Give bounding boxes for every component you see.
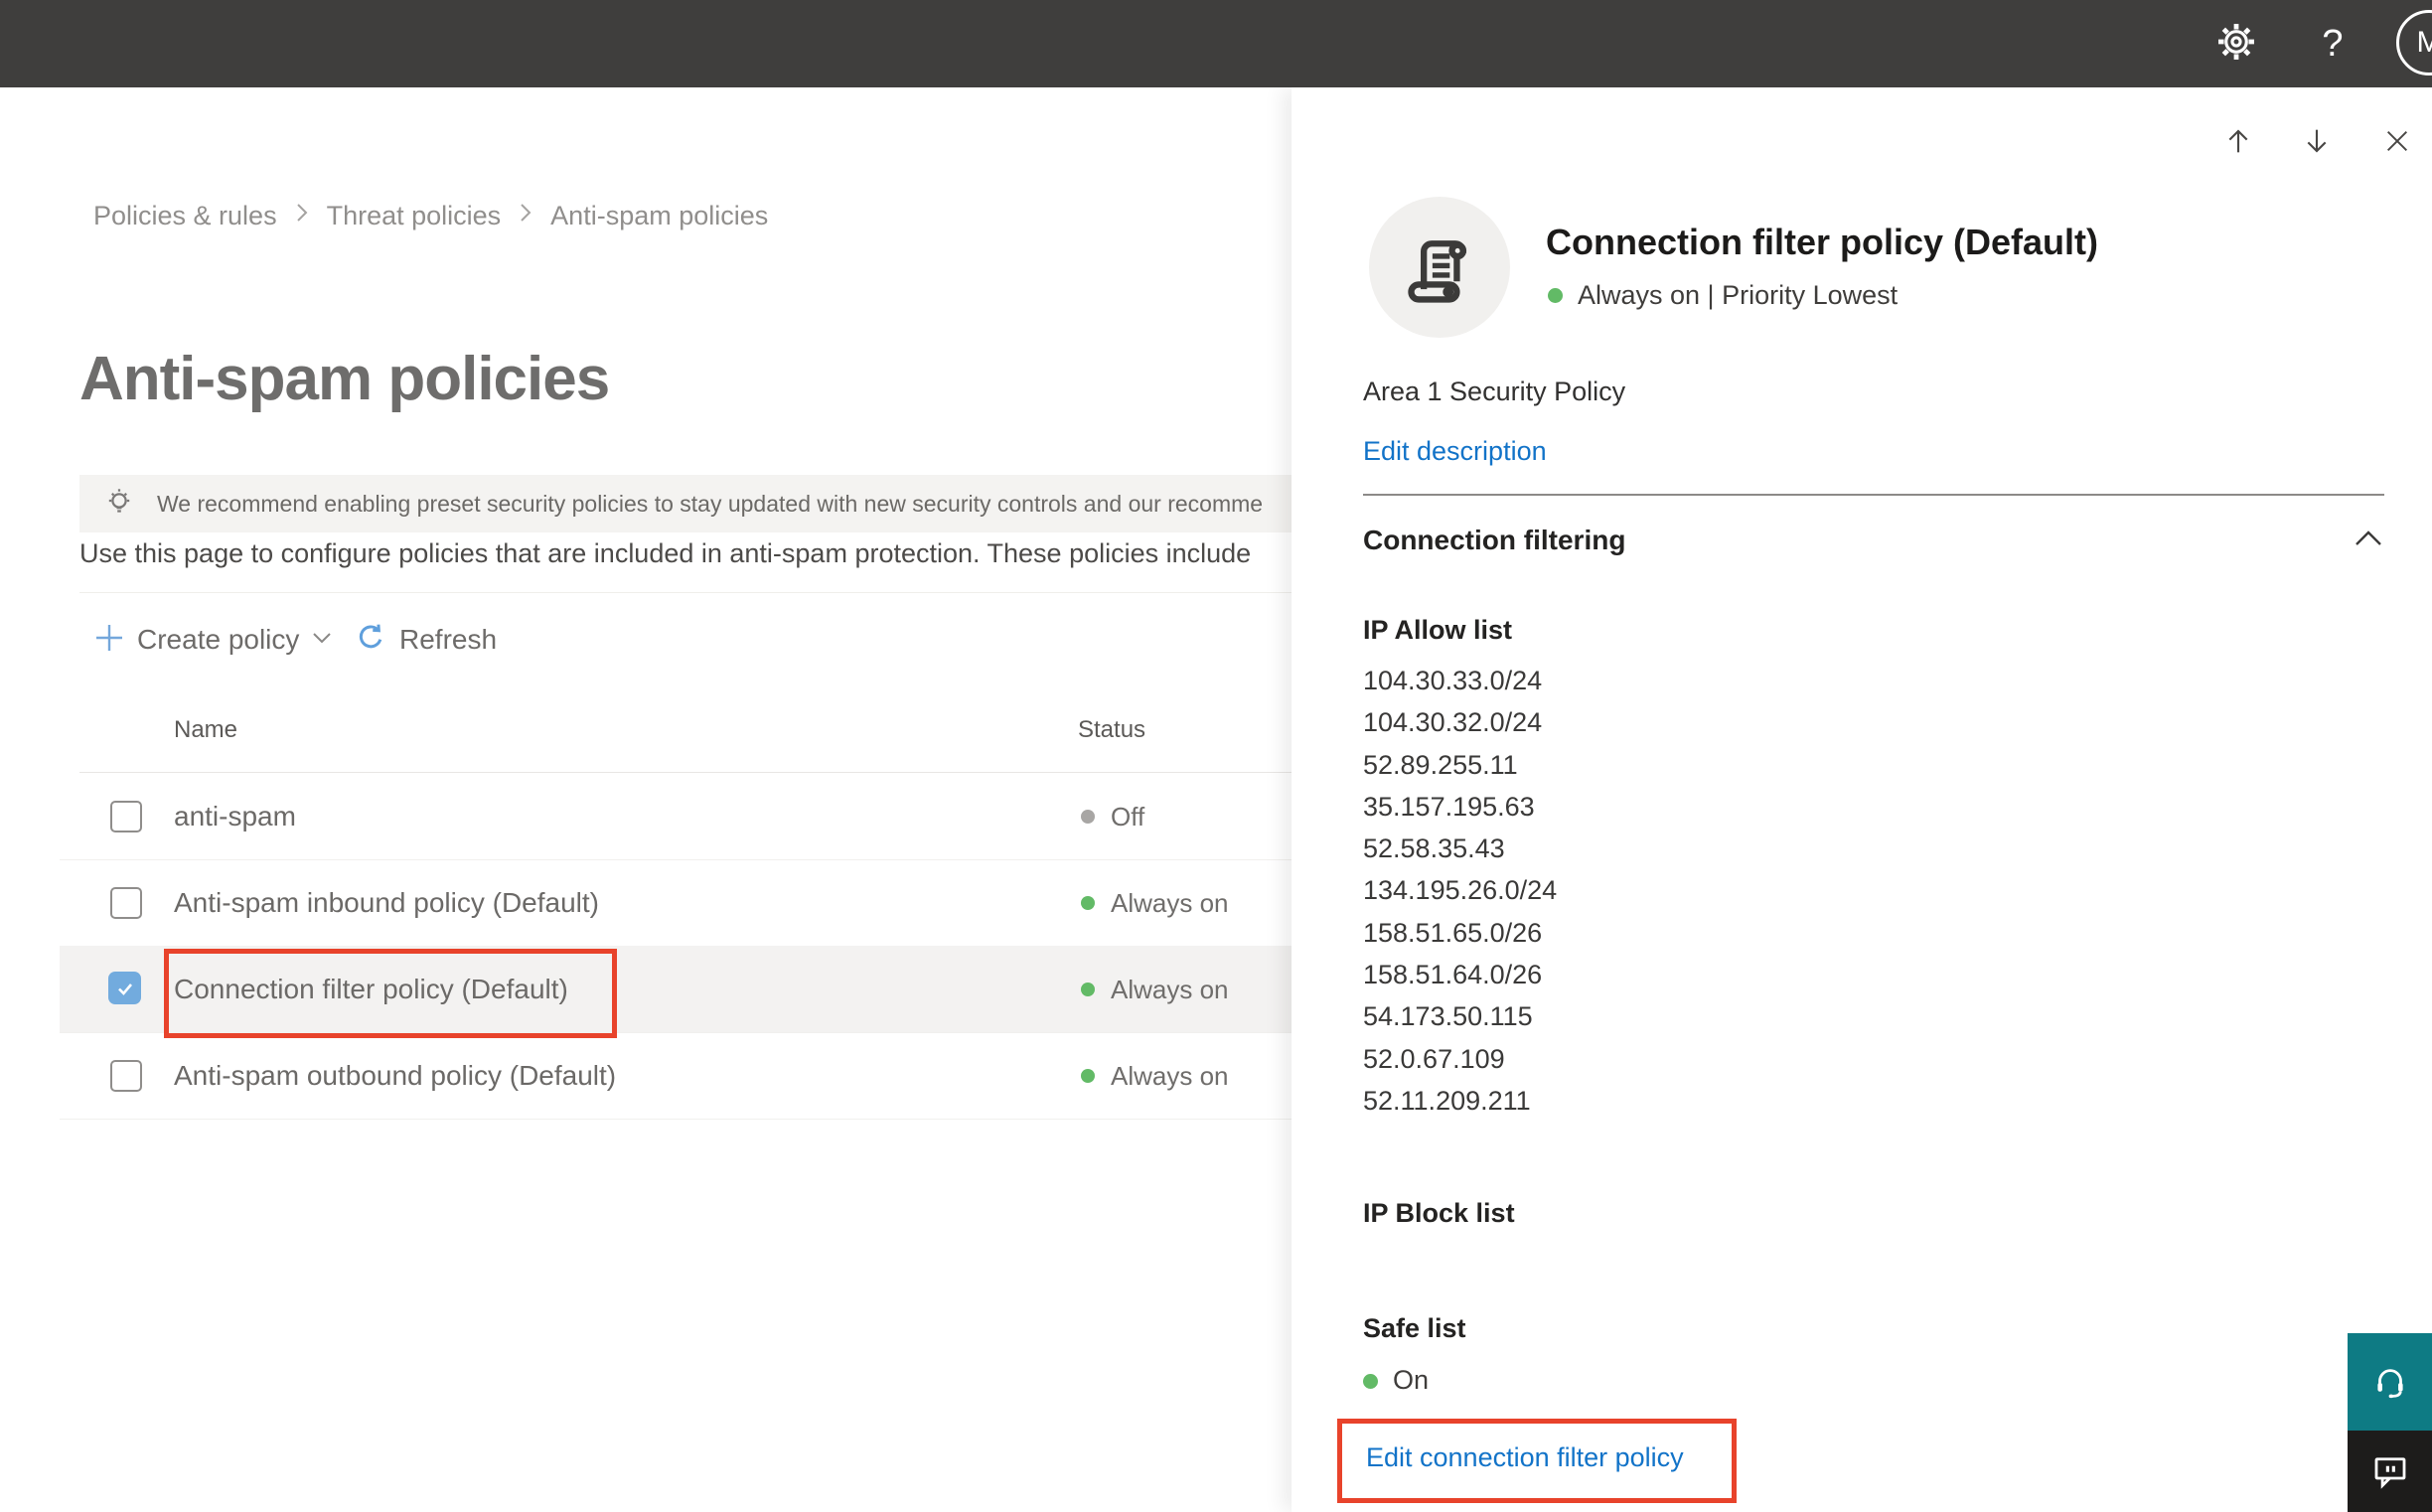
table-row[interactable]: anti-spam Off: [60, 773, 1292, 860]
ip-entry: 104.30.32.0/24: [1363, 707, 1543, 738]
create-policy-button[interactable]: Create policy: [93, 620, 333, 660]
chat-feedback-icon: [2374, 1457, 2405, 1489]
table-row-selected[interactable]: Connection filter policy (Default) Alway…: [60, 946, 1292, 1033]
close-icon: [2387, 131, 2407, 151]
section-divider: [1363, 494, 2384, 496]
breadcrumb-threat-policies[interactable]: Threat policies: [327, 201, 502, 231]
arrow-down-icon: [2307, 129, 2327, 153]
chevron-down-icon: [311, 630, 333, 651]
policy-name: Anti-spam inbound policy (Default): [174, 887, 599, 918]
toolbar-divider: [79, 592, 1292, 593]
status-dot-on: [1548, 288, 1563, 303]
scroll-policy-icon: [1408, 240, 1467, 303]
policy-status: Always on: [1111, 888, 1229, 918]
previous-item-button[interactable]: [2220, 123, 2256, 159]
ip-entry: 54.173.50.115: [1363, 1001, 1533, 1032]
edit-connection-filter-policy-link[interactable]: Edit connection filter policy: [1366, 1442, 1684, 1473]
status-dot-on: [1081, 983, 1095, 996]
breadcrumb-anti-spam-policies[interactable]: Anti-spam policies: [550, 201, 768, 231]
ip-entry: 52.0.67.109: [1363, 1043, 1505, 1074]
status-dot-on: [1363, 1374, 1378, 1389]
refresh-button[interactable]: Refresh: [354, 620, 497, 660]
chevron-up-icon: [2356, 530, 2381, 545]
ip-entry: 52.89.255.11: [1363, 749, 1518, 780]
close-flyout-button[interactable]: [2379, 123, 2415, 159]
row-checkbox[interactable]: [110, 1060, 142, 1092]
column-header-status[interactable]: Status: [1078, 716, 1145, 744]
policy-status: Always on: [1111, 975, 1229, 1004]
ip-entry: 104.30.33.0/24: [1363, 666, 1543, 695]
main-content: Policies & rules Threat policies Anti-sp…: [0, 87, 1292, 1512]
row-checkbox[interactable]: [110, 801, 142, 832]
edit-description-link[interactable]: Edit description: [1363, 436, 1547, 467]
help-button[interactable]: ?: [2307, 18, 2358, 70]
flyout-status-line: Always on | Priority Lowest: [1578, 280, 1899, 310]
ip-entry: 134.195.26.0/24: [1363, 875, 1558, 906]
ip-entry: 52.58.35.43: [1363, 833, 1505, 864]
chevron-right-icon: [519, 201, 532, 231]
feedback-button[interactable]: [2348, 1431, 2432, 1512]
policy-status: Off: [1111, 802, 1145, 832]
breadcrumb-policies-rules[interactable]: Policies & rules: [93, 201, 277, 231]
support-button[interactable]: [2348, 1333, 2432, 1431]
ip-allow-list: 104.30.33.0/24 104.30.32.0/24 52.89.255.…: [1363, 660, 1557, 1122]
headset-icon: [2376, 1369, 2403, 1399]
table-row[interactable]: Anti-spam inbound policy (Default) Alway…: [60, 859, 1292, 947]
policy-name: anti-spam: [174, 801, 296, 832]
recommendation-banner: We recommend enabling preset security po…: [79, 475, 1292, 532]
gear-icon: [2214, 20, 2258, 69]
safe-list-title: Safe list: [1363, 1313, 1466, 1343]
help-icon: ?: [2322, 22, 2344, 65]
policy-name: Anti-spam outbound policy (Default): [174, 1060, 617, 1091]
breadcrumb: Policies & rules Threat policies Anti-sp…: [93, 201, 768, 231]
banner-text: We recommend enabling preset security po…: [157, 490, 1264, 517]
safe-list-status: On: [1393, 1365, 1430, 1395]
row-checkbox-checked[interactable]: [108, 972, 141, 1004]
ip-block-list-title: IP Block list: [1363, 1198, 1515, 1228]
refresh-label: Refresh: [399, 624, 498, 655]
account-avatar[interactable]: M: [2396, 10, 2432, 76]
table-row[interactable]: Anti-spam outbound policy (Default) Alwa…: [60, 1032, 1292, 1120]
avatar-initial: M: [2416, 26, 2432, 59]
policy-details-flyout: Connection filter policy (Default) Alway…: [1292, 87, 2432, 1512]
app-top-bar: ? M: [0, 0, 2432, 87]
arrow-up-icon: [2228, 129, 2248, 153]
page-title: Anti-spam policies: [79, 345, 610, 413]
collapse-section-button[interactable]: [2353, 529, 2384, 553]
ip-entry: 158.51.64.0/26: [1363, 960, 1543, 990]
plus-icon: [93, 622, 125, 659]
row-checkbox[interactable]: [110, 887, 142, 919]
policy-status: Always on: [1111, 1061, 1229, 1091]
ip-entry: 158.51.65.0/26: [1363, 917, 1543, 948]
checkmark-icon: [117, 983, 132, 995]
ip-entry: 52.11.209.211: [1363, 1085, 1531, 1116]
policy-description: Area 1 Security Policy: [1363, 377, 1626, 406]
column-header-name[interactable]: Name: [174, 716, 237, 744]
flyout-title: Connection filter policy (Default): [1546, 222, 2099, 262]
policy-icon-circle: [1369, 197, 1510, 338]
status-dot-off: [1081, 810, 1095, 824]
create-policy-label: Create policy: [137, 624, 300, 655]
status-dot-on: [1081, 896, 1095, 910]
settings-button[interactable]: [2210, 18, 2262, 70]
next-item-button[interactable]: [2299, 123, 2335, 159]
lightbulb-icon: [101, 486, 137, 522]
section-title-connection-filtering[interactable]: Connection filtering: [1363, 525, 1625, 556]
ip-allow-list-title: IP Allow list: [1363, 615, 1513, 645]
policy-name: Connection filter policy (Default): [174, 974, 568, 1004]
ip-entry: 35.157.195.63: [1363, 791, 1535, 822]
page-description: Use this page to configure policies that…: [79, 538, 1252, 568]
status-dot-on: [1081, 1069, 1095, 1083]
chevron-right-icon: [295, 201, 309, 231]
refresh-icon: [354, 621, 387, 660]
